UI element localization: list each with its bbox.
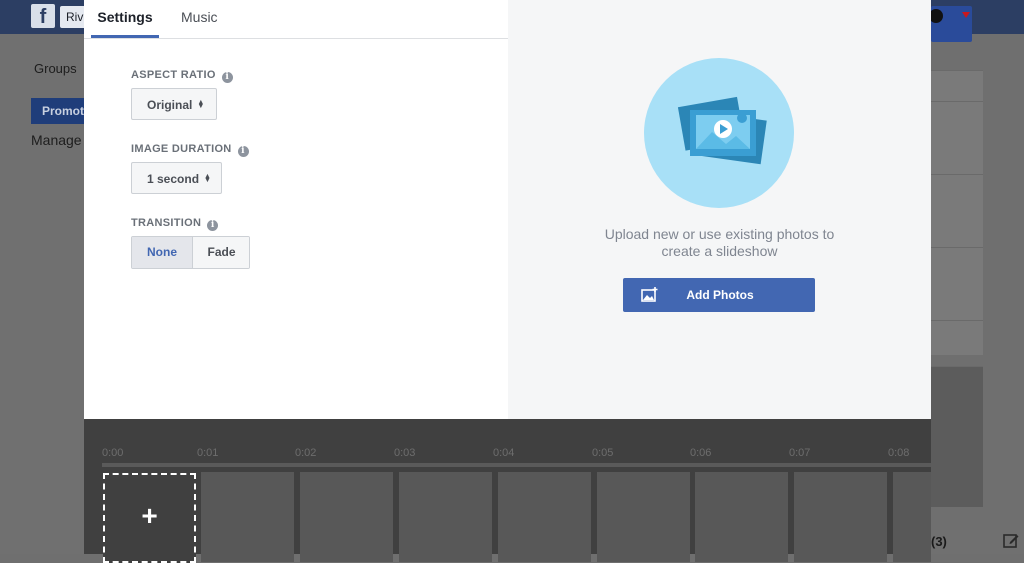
tab-bar: Settings Music [84,0,508,39]
right-card [931,320,983,355]
empty-frame-slot [201,472,294,562]
image-duration-label: IMAGE DURATION i [131,143,249,157]
aspect-ratio-label-text: ASPECT RATIO [131,69,216,81]
photo-stack-icon [677,96,767,165]
compose-icon [1003,534,1019,548]
timeline-tick: 0:02 [295,447,317,459]
slideshow-settings-panel: Settings Music ASPECT RATIO i Original ▲ ▼ … [84,0,508,419]
groups-text: Groups [34,61,77,76]
promote-button: Promote [31,98,84,124]
upload-instructions: Upload new or use existing photos to cre… [508,226,931,260]
image-duration-label-text: IMAGE DURATION [131,143,232,155]
info-icon[interactable]: i [221,72,233,83]
empty-frame-slot [794,472,887,562]
timeline-tick: 0:00 [102,447,124,459]
empty-frame-slot [300,472,393,562]
manage-text: Manage [31,132,82,148]
slideshow-illustration [644,58,794,208]
info-icon[interactable]: i [207,220,219,231]
select-arrows-icon: ▲ ▼ [204,173,211,184]
timeline-tick: 0:01 [197,447,219,459]
empty-frame-slot [498,472,591,562]
empty-frame-slot [399,472,492,562]
add-photos-button[interactable]: Add Photos [623,278,815,312]
empty-frame-slot [597,472,690,562]
aspect-ratio-label: ASPECT RATIO i [131,69,233,83]
upload-panel: Upload new or use existing photos to cre… [508,0,931,419]
right-card [931,247,983,320]
right-card [931,174,983,247]
transition-toggle: None Fade [131,236,250,269]
plus-icon: + [141,500,158,531]
upload-line-1: Upload new or use existing photos to [604,226,835,242]
empty-frame-slot [893,472,931,562]
transition-label: TRANSITION i [131,217,219,231]
aspect-ratio-value: Original [147,98,193,112]
info-icon[interactable]: i [237,146,249,157]
timeline-tick: 0:08 [888,447,910,459]
right-card [931,366,983,507]
add-frame-button[interactable]: + [103,473,196,563]
timeline-track[interactable] [102,463,931,467]
transition-none-button[interactable]: None [132,237,193,268]
chat-count: (3) [931,534,947,549]
avatar [929,9,943,23]
tab-music[interactable]: Music [181,0,225,37]
right-card [931,70,983,101]
profile-chip: Riv [60,6,86,28]
empty-frame-slot [695,472,788,562]
timeline-tick: 0:05 [592,447,614,459]
slideshow-timeline: 0:00 0:01 0:02 0:03 0:04 0:05 0:06 0:07 … [84,419,931,563]
timeline-tick: 0:06 [690,447,712,459]
timeline-tick: 0:07 [789,447,811,459]
left-panel: Groups Promote Manage [0,34,84,554]
right-card [931,101,983,174]
upload-line-2: create a slideshow [661,243,778,259]
timeline-tick: 0:04 [493,447,515,459]
add-photos-label: Add Photos [686,288,754,302]
image-duration-select[interactable]: 1 second ▲ ▼ [131,162,222,194]
timeline-tick: 0:03 [394,447,416,459]
facebook-logo-icon: f [31,4,55,28]
transition-fade-button[interactable]: Fade [193,237,249,268]
tab-settings[interactable]: Settings [91,0,159,38]
aspect-ratio-select[interactable]: Original ▲ ▼ [131,88,217,120]
image-duration-value: 1 second [147,172,200,186]
transition-label-text: TRANSITION [131,217,202,229]
select-arrows-icon: ▲ ▼ [197,99,205,110]
caret-down-icon [962,12,970,18]
